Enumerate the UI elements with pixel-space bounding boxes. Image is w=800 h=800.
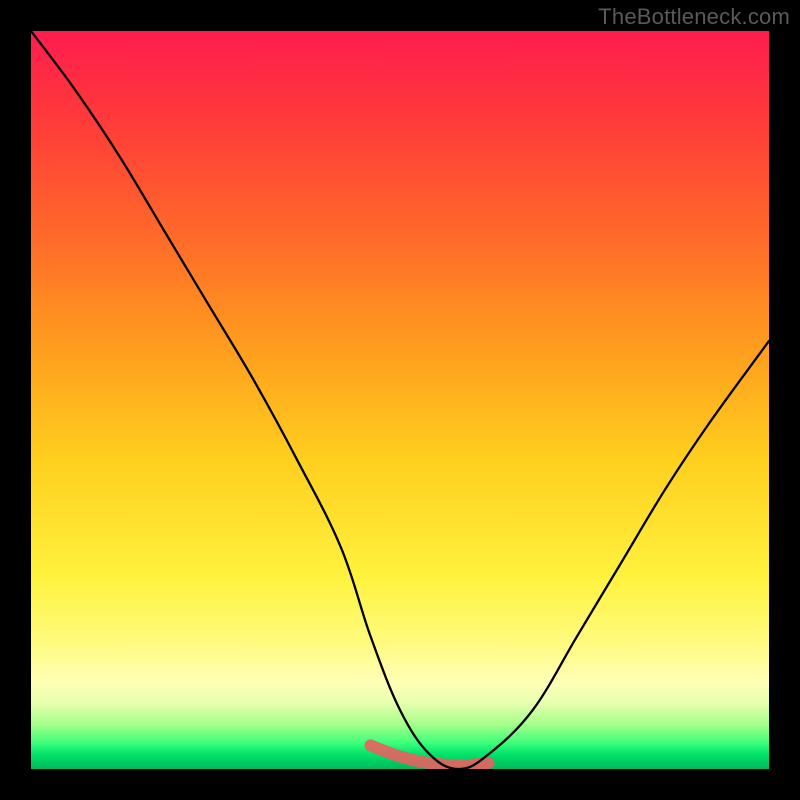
plot-area	[31, 31, 769, 769]
bottleneck-chart: TheBottleneck.com	[0, 0, 800, 800]
curve-layer	[31, 31, 769, 769]
bottleneck-curve	[31, 31, 769, 769]
watermark-label: TheBottleneck.com	[598, 4, 790, 30]
